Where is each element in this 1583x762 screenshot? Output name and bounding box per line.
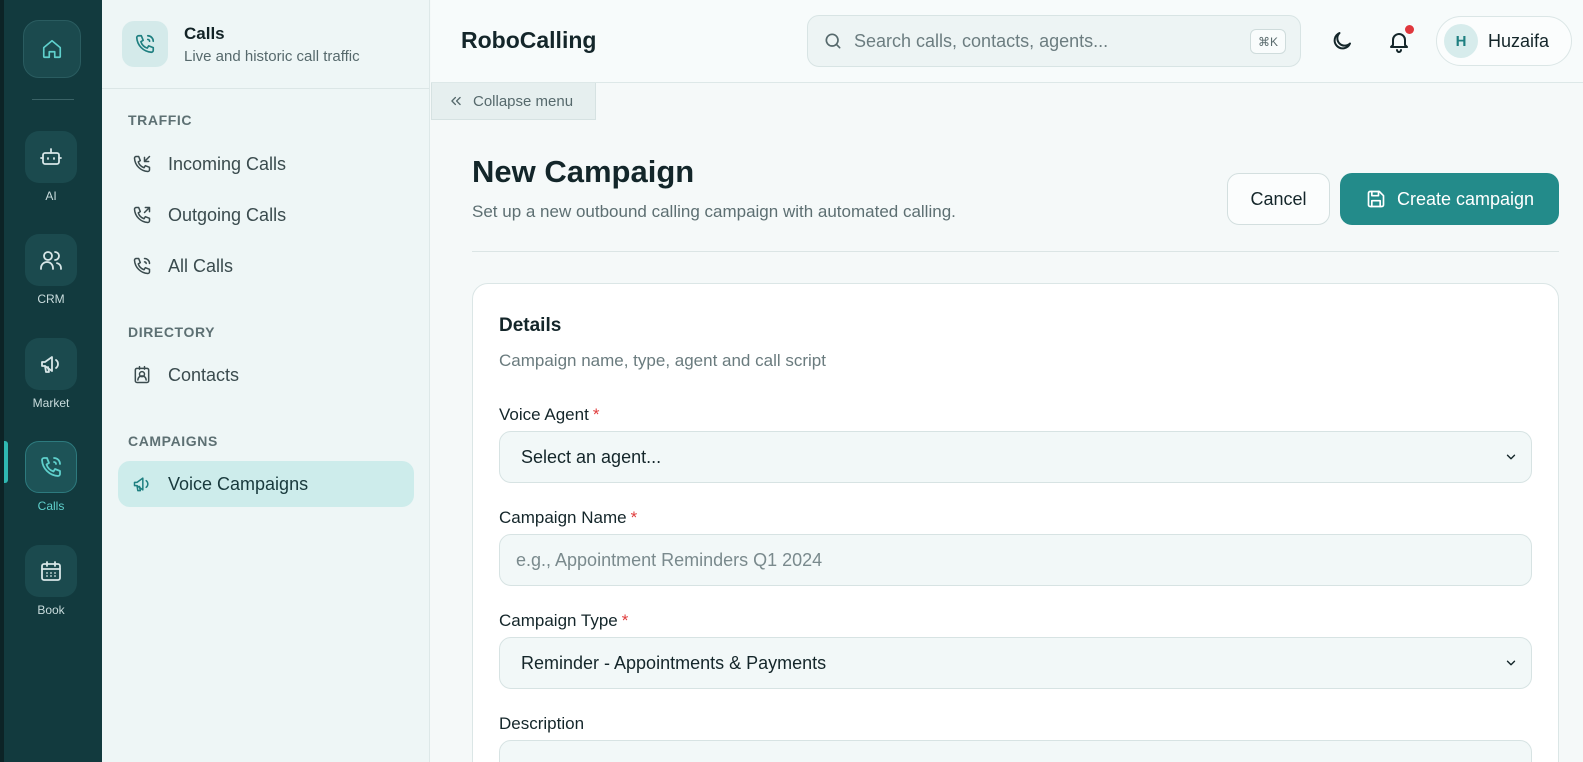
phone-incoming-icon <box>130 152 154 176</box>
required-marker: * <box>630 508 638 527</box>
calls-subnav: Calls Live and historic call traffic TRA… <box>102 0 430 762</box>
details-title: Details <box>499 315 562 336</box>
page-subtitle: Set up a new outbound calling campaign w… <box>472 202 956 221</box>
page-title: New Campaign <box>472 154 695 189</box>
avatar: H <box>1444 24 1478 58</box>
rail-ai-button[interactable] <box>25 131 77 183</box>
search-placeholder: Search calls, contacts, agents... <box>854 30 1109 51</box>
required-marker: * <box>621 611 629 630</box>
rail-label: AI <box>45 189 57 203</box>
nav-item-outgoing-calls[interactable]: Outgoing Calls <box>118 192 414 238</box>
chevrons-left-icon <box>448 93 464 109</box>
notifications-button[interactable] <box>1381 23 1417 59</box>
nav-item-label: Voice Campaigns <box>168 473 309 494</box>
rail-item-crm[interactable]: CRM <box>0 234 102 306</box>
notification-dot <box>1405 25 1414 34</box>
phone-call-icon <box>130 254 154 278</box>
nav-item-incoming-calls[interactable]: Incoming Calls <box>118 141 414 187</box>
home-icon <box>42 39 62 59</box>
details-card: Details Campaign name, type, agent and c… <box>472 283 1559 762</box>
megaphone-icon <box>130 472 154 496</box>
voice-agent-label: Voice Agent * <box>499 405 599 425</box>
subnav-header: Calls Live and historic call traffic <box>102 0 429 89</box>
collapse-menu-label: Collapse menu <box>473 92 574 110</box>
rail-label: Calls <box>37 499 65 513</box>
rail-divider <box>32 99 74 100</box>
subnav-header-icon-box <box>122 21 168 67</box>
chevron-down-icon <box>1503 449 1519 465</box>
rail-calls-button[interactable] <box>25 441 77 493</box>
header-divider <box>472 251 1559 252</box>
search-shortcut-badge: ⌘K <box>1249 29 1286 54</box>
rail-item-ai[interactable]: AI <box>0 131 102 203</box>
collapse-menu-button[interactable]: Collapse menu <box>431 83 596 120</box>
nav-item-label: All Calls <box>168 255 234 276</box>
search-icon <box>822 30 844 52</box>
campaign-type-value: Reminder - Appointments & Payments <box>521 652 827 673</box>
campaign-type-label: Campaign Type * <box>499 611 628 631</box>
section-label-traffic: TRAFFIC <box>128 112 193 128</box>
voice-agent-value: Select an agent... <box>521 446 662 467</box>
rail-item-market[interactable]: Market <box>0 338 102 410</box>
chevron-down-icon <box>1503 655 1519 671</box>
rail-label: Book <box>37 603 65 617</box>
calendar-icon <box>41 561 61 581</box>
required-marker: * <box>592 405 600 424</box>
phone-icon <box>41 457 61 477</box>
description-label: Description <box>499 714 585 733</box>
create-campaign-label: Create campaign <box>1396 188 1535 209</box>
rail-label: Market <box>32 396 70 410</box>
nav-item-contacts[interactable]: Contacts <box>118 352 414 398</box>
voice-agent-select[interactable]: Select an agent... <box>499 431 1532 483</box>
campaign-name-placeholder: e.g., Appointment Reminders Q1 2024 <box>516 549 823 570</box>
save-icon <box>1365 188 1387 210</box>
phone-outgoing-icon <box>130 203 154 227</box>
subnav-subtitle: Live and historic call traffic <box>184 48 360 65</box>
user-menu[interactable]: H Huzaifa <box>1436 16 1572 66</box>
section-label-directory: DIRECTORY <box>128 324 216 340</box>
section-label-campaigns: CAMPAIGNS <box>128 433 218 449</box>
campaign-name-field[interactable]: e.g., Appointment Reminders Q1 2024 <box>499 534 1532 586</box>
nav-item-voice-campaigns[interactable]: Voice Campaigns <box>118 461 414 507</box>
users-icon <box>40 251 62 270</box>
campaign-name-label-text: Campaign Name <box>499 508 627 527</box>
rail-market-button[interactable] <box>25 338 77 390</box>
cancel-button[interactable]: Cancel <box>1227 173 1330 225</box>
nav-item-all-calls[interactable]: All Calls <box>118 243 414 289</box>
details-subtitle: Campaign name, type, agent and call scri… <box>499 351 826 370</box>
bot-icon <box>40 148 62 165</box>
rail-crm-button[interactable] <box>25 234 77 286</box>
rail-active-indicator <box>4 441 8 483</box>
rail-book-button[interactable] <box>25 545 77 597</box>
icon-rail: AI CRM Market Calls Book <box>0 0 102 762</box>
subnav-title: Calls <box>184 24 225 43</box>
phone-call-icon <box>135 34 155 54</box>
rail-item-book[interactable]: Book <box>0 545 102 617</box>
top-bar: RoboCalling Search calls, contacts, agen… <box>431 0 1583 83</box>
nav-item-label: Contacts <box>168 364 240 385</box>
nav-item-label: Outgoing Calls <box>168 204 287 225</box>
create-campaign-button[interactable]: Create campaign <box>1340 173 1559 225</box>
moon-icon <box>1333 32 1351 50</box>
rail-label: CRM <box>37 292 65 306</box>
user-name: Huzaifa <box>1488 30 1550 51</box>
app-title: RoboCalling <box>461 27 597 53</box>
contact-icon <box>130 363 154 387</box>
description-field[interactable] <box>499 740 1532 762</box>
home-button[interactable] <box>23 20 81 78</box>
campaign-name-label: Campaign Name * <box>499 508 637 528</box>
nav-item-label: Incoming Calls <box>168 153 287 174</box>
rail-item-calls[interactable]: Calls <box>0 441 102 513</box>
megaphone-icon <box>41 356 59 373</box>
theme-toggle-button[interactable] <box>1324 23 1360 59</box>
campaign-type-label-text: Campaign Type <box>499 611 618 630</box>
search-input[interactable]: Search calls, contacts, agents... ⌘K <box>807 15 1301 67</box>
campaign-type-select[interactable]: Reminder - Appointments & Payments <box>499 637 1532 689</box>
voice-agent-label-text: Voice Agent <box>499 405 589 424</box>
